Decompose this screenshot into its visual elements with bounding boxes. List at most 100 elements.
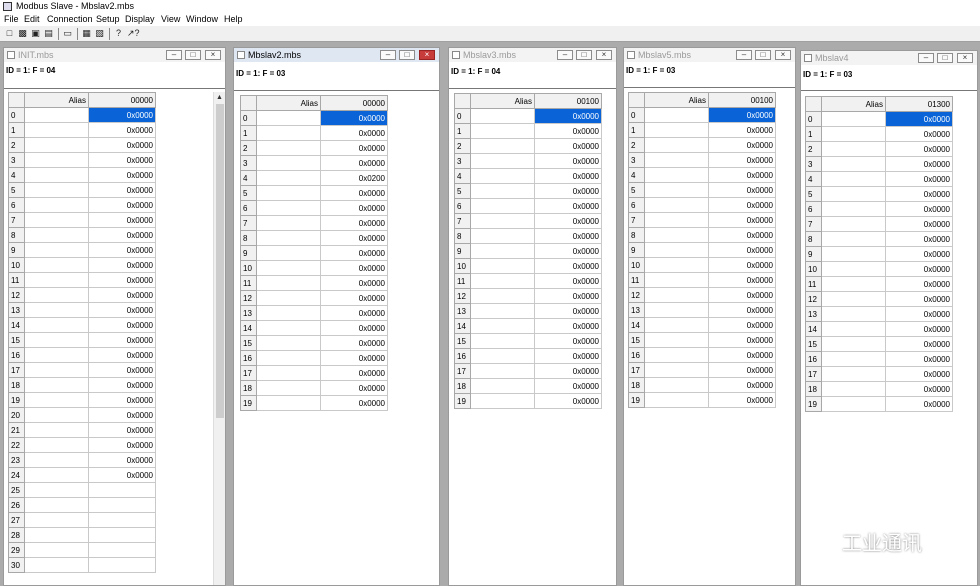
register-value-cell[interactable]: 0x0000 [320,230,388,246]
maximize-button[interactable]: □ [576,50,592,60]
alias-cell[interactable] [256,200,321,216]
alias-cell[interactable] [24,227,89,243]
alias-cell[interactable] [24,467,89,483]
alias-cell[interactable] [644,212,709,228]
alias-cell[interactable] [644,242,709,258]
register-value-cell[interactable]: 0x0000 [885,186,953,202]
register-value-cell[interactable]: 0x0000 [885,201,953,217]
menu-view[interactable]: View [161,14,180,24]
alias-cell[interactable] [821,261,886,277]
register-value-cell[interactable]: 0x0000 [320,290,388,306]
register-value-cell[interactable]: 0x0000 [320,350,388,366]
register-value-cell[interactable]: 0x0000 [885,366,953,382]
register-value-cell[interactable]: 0x0200 [320,170,388,186]
alias-cell[interactable] [821,156,886,172]
register-value-cell[interactable]: 0x0000 [88,392,156,408]
alias-cell[interactable] [821,291,886,307]
register-value-cell[interactable]: 0x0000 [885,381,953,397]
alias-cell[interactable] [470,348,535,364]
alias-cell[interactable] [24,167,89,183]
alias-cell[interactable] [24,527,89,543]
alias-cell[interactable] [644,122,709,138]
alias-cell[interactable] [24,482,89,498]
context-help-icon[interactable]: ↗? [127,28,140,39]
window-icon[interactable]: ▭ [62,28,73,39]
register-value-cell[interactable]: 0x0000 [885,126,953,142]
register-value-cell[interactable]: 0x0000 [320,245,388,261]
register-value-cell[interactable]: 0x0000 [534,183,602,199]
alias-cell[interactable] [24,242,89,258]
alias-cell[interactable] [24,272,89,288]
alias-cell[interactable] [470,153,535,169]
register-value-cell[interactable]: 0x0000 [88,167,156,183]
alias-cell[interactable] [470,243,535,259]
register-value-cell[interactable]: 0x0000 [320,320,388,336]
register-value-cell[interactable]: 0x0000 [708,212,776,228]
register-value-cell[interactable]: 0x0000 [885,171,953,187]
scroll-thumb[interactable] [216,104,224,418]
alias-cell[interactable] [644,287,709,303]
alias-cell[interactable] [24,542,89,558]
register-value-cell[interactable]: 0x0000 [88,452,156,468]
save-icon[interactable]: ▣ [30,28,41,39]
register-value-cell[interactable]: 0x0000 [534,228,602,244]
alias-cell[interactable] [470,393,535,409]
register-value-cell[interactable]: 0x0000 [885,231,953,247]
window-title-bar[interactable]: Mbslav2.mbs – □ × [234,48,439,62]
alias-cell[interactable] [821,351,886,367]
mdi-window-mbslav2[interactable]: Mbslav2.mbs – □ × ID = 1: F = 03 Alias 0… [233,47,440,586]
alias-cell[interactable] [24,182,89,198]
alias-cell[interactable] [470,198,535,214]
mdi-window-mbslav5[interactable]: Mbslav5.mbs – □ × ID = 1: F = 03 Alias 0… [623,47,796,586]
mdi-window-mbslav3[interactable]: Mbslav3.mbs – □ × ID = 1: F = 04 Alias 0… [448,47,617,586]
register-value-cell[interactable]: 0x0000 [320,365,388,381]
close-button[interactable]: × [596,50,612,60]
register-value-cell[interactable]: 0x0000 [534,198,602,214]
alias-cell[interactable] [256,215,321,231]
register-value-cell[interactable]: 0x0000 [320,335,388,351]
alias-cell[interactable] [644,392,709,408]
register-value-cell[interactable]: 0x0000 [708,287,776,303]
print-preview-icon[interactable]: ▧ [94,28,105,39]
register-value-cell[interactable]: 0x0000 [88,467,156,483]
register-value-cell[interactable]: 0x0000 [88,182,156,198]
alias-cell[interactable] [256,365,321,381]
alias-cell[interactable] [821,381,886,397]
register-value-cell[interactable]: 0x0000 [320,140,388,156]
alias-cell[interactable] [24,212,89,228]
register-value-cell[interactable]: 0x0000 [88,272,156,288]
register-value-cell[interactable]: 0x0000 [534,138,602,154]
register-value-cell[interactable]: 0x0000 [885,276,953,292]
maximize-button[interactable]: □ [755,50,771,60]
register-value-cell[interactable]: 0x0000 [88,377,156,393]
help-icon[interactable]: ? [113,28,124,39]
register-value-cell[interactable]: 0x0000 [88,197,156,213]
print-icon[interactable]: ▤ [43,28,54,39]
alias-cell[interactable] [24,287,89,303]
register-value-cell[interactable]: 0x0000 [708,317,776,333]
register-value-cell[interactable]: 0x0000 [320,125,388,141]
alias-cell[interactable] [644,182,709,198]
register-value-cell[interactable]: 0x0000 [88,137,156,153]
menu-window[interactable]: Window [186,14,218,24]
alias-cell[interactable] [256,125,321,141]
register-value-cell[interactable]: 0x0000 [534,213,602,229]
alias-cell[interactable] [24,197,89,213]
register-value-cell[interactable]: 0x0000 [534,123,602,139]
register-value-cell[interactable]: 0x0000 [885,246,953,262]
alias-cell[interactable] [644,317,709,333]
alias-cell[interactable] [24,332,89,348]
alias-cell[interactable] [470,168,535,184]
menu-file[interactable]: File [4,14,19,24]
alias-cell[interactable] [256,275,321,291]
register-value-cell[interactable]: 0x0000 [88,422,156,438]
mdi-window-init[interactable]: INIT.mbs – □ × ID = 1: F = 04 Alias 0000… [3,47,226,586]
register-value-cell[interactable]: 0x0000 [88,122,156,138]
register-value-cell[interactable]: 0x0000 [708,332,776,348]
alias-cell[interactable] [821,366,886,382]
alias-cell[interactable] [24,152,89,168]
register-value-cell[interactable]: 0x0000 [320,305,388,321]
register-value-cell[interactable] [88,527,156,543]
alias-cell[interactable] [644,257,709,273]
register-value-cell[interactable]: 0x0000 [885,141,953,157]
